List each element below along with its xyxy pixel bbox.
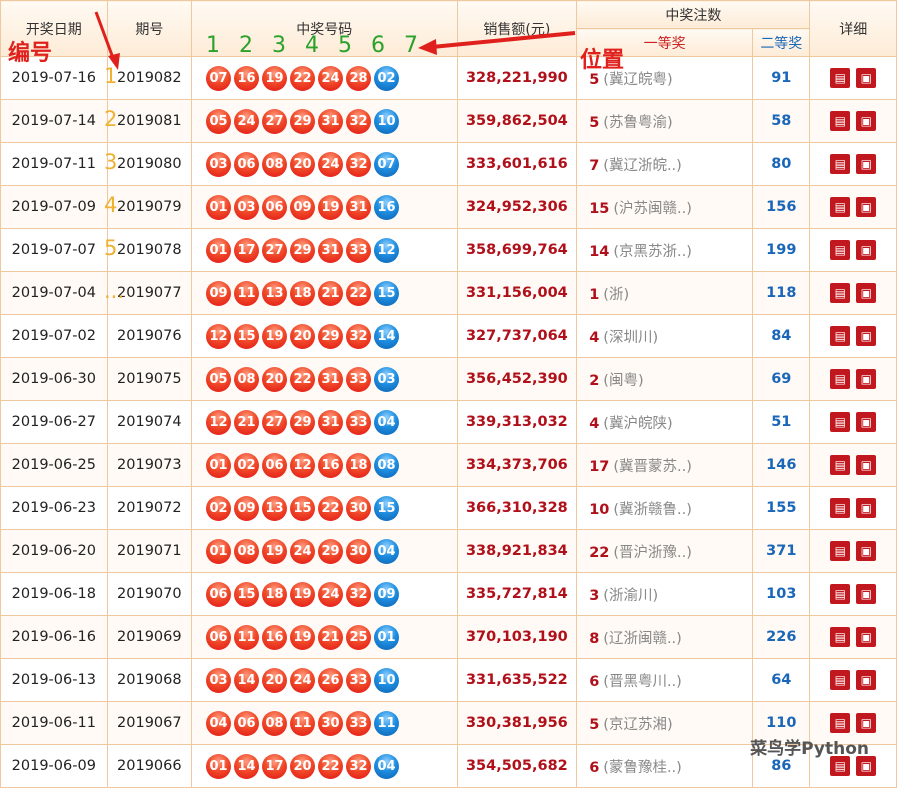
position-number: 3: [272, 33, 286, 58]
row-index-label: 3: [104, 150, 118, 174]
position-number: 1: [206, 33, 220, 58]
position-number: 4: [305, 33, 319, 58]
position-number: 5: [338, 33, 352, 58]
row-index-label: 4: [104, 193, 118, 217]
row-index-label: 1: [104, 64, 118, 88]
watermark: 菜鸟学Python: [750, 739, 869, 759]
position-number: 7: [404, 33, 418, 58]
row-index-label: 5: [104, 236, 118, 260]
position-number: 2: [239, 33, 253, 58]
position-number: 6: [371, 33, 385, 58]
row-index-label: 2: [104, 107, 118, 131]
row-index-label: ...: [104, 279, 125, 303]
annotation-arrows: [94, 11, 576, 70]
